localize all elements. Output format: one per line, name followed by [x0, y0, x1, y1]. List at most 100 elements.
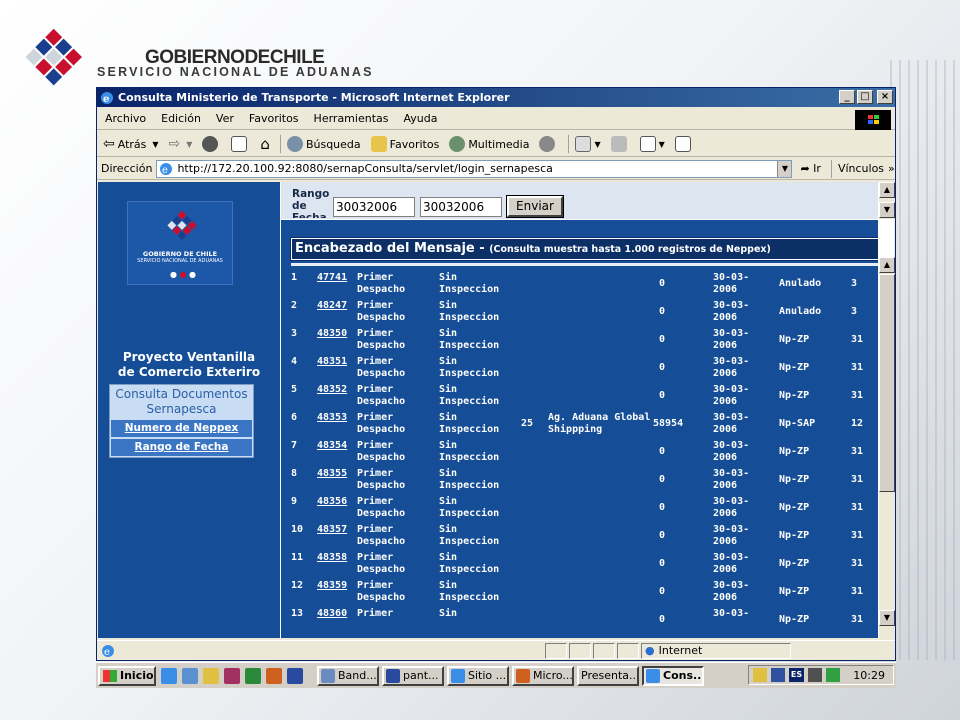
status-cell: [593, 642, 615, 659]
neppex-link[interactable]: 48360: [317, 608, 347, 620]
scroll-thumb[interactable]: [879, 274, 895, 492]
address-input[interactable]: e http://172.20.100.92:8080/sernapConsul…: [156, 159, 793, 178]
notepad-icon: [674, 136, 691, 152]
zone-status: ● Internet: [641, 642, 791, 659]
chevron-right-icon[interactable]: »: [888, 162, 895, 175]
history-button[interactable]: [539, 136, 558, 152]
language-indicator[interactable]: ES: [789, 668, 804, 682]
task-pant[interactable]: pant...: [382, 665, 444, 686]
scroll-down-icon[interactable]: ▼: [879, 202, 895, 218]
ie-quicklaunch-icon[interactable]: [161, 667, 177, 684]
neppex-link[interactable]: 48352: [317, 384, 347, 396]
menu-edicion[interactable]: Edición: [161, 112, 201, 125]
go-button[interactable]: ➦ Ir: [800, 162, 821, 175]
numero-cell: 58954: [653, 418, 684, 429]
fecha-cell: 30-03-: [713, 608, 750, 619]
date-from-input[interactable]: 30032006: [333, 197, 415, 217]
favorites-button[interactable]: Favoritos: [370, 136, 439, 152]
network-tray-icon[interactable]: [771, 668, 785, 682]
pencil-tray-icon[interactable]: [753, 668, 767, 682]
search-button[interactable]: Búsqueda: [286, 136, 361, 152]
printer-tray-icon[interactable]: [808, 668, 822, 682]
window-titlebar[interactable]: e Consulta Ministerio de Transporte - Mi…: [97, 88, 895, 107]
scroll-up-icon[interactable]: ▲: [879, 182, 895, 198]
menu-archivo[interactable]: Archivo: [105, 112, 146, 125]
date-to-input[interactable]: 30032006: [420, 197, 502, 217]
excel-quicklaunch-icon[interactable]: [245, 667, 261, 684]
task-cons[interactable]: Cons...: [642, 665, 704, 686]
links-button[interactable]: Vínculos: [838, 162, 884, 175]
access-quicklaunch-icon[interactable]: [224, 667, 240, 684]
word-edit-icon: [639, 136, 656, 152]
estado-cell: Np-ZP: [779, 446, 810, 457]
neppex-link[interactable]: 47741: [317, 272, 347, 284]
address-bar: Dirección e http://172.20.100.92:8080/se…: [97, 158, 895, 180]
print-button[interactable]: [610, 136, 630, 152]
history-icon: [539, 136, 556, 152]
fecha-cell: 30-03- 2006: [713, 580, 750, 603]
rango-fecha-link[interactable]: Rango de Fecha: [111, 439, 252, 456]
notes-quicklaunch-icon[interactable]: [203, 667, 219, 684]
neppex-link[interactable]: 48356: [317, 496, 347, 508]
top-frame-scrollbar[interactable]: ▲ ▼: [879, 182, 895, 219]
logo-text-gobierno: GOBIERNO DE CHILE: [142, 250, 218, 258]
edit-button[interactable]: ▼: [639, 136, 665, 152]
stop-icon: [202, 136, 219, 152]
outlook-quicklaunch-icon[interactable]: [182, 667, 198, 684]
maximize-button[interactable]: □: [857, 90, 873, 104]
task-micro[interactable]: Micro...: [512, 665, 574, 686]
table-row: 11 48358 Primer Despacho Sin Inspeccion 0 30-03…: [291, 552, 877, 580]
fecha-cell: 30-03- 2006: [713, 552, 750, 575]
discuss-button[interactable]: [674, 136, 694, 152]
neppex-link[interactable]: 48355: [317, 468, 347, 480]
word-quicklaunch-icon[interactable]: [287, 667, 303, 684]
neppex-link[interactable]: 48359: [317, 580, 347, 592]
home-button[interactable]: ⌂: [260, 135, 270, 153]
stop-button[interactable]: [202, 136, 221, 152]
menu-ayuda[interactable]: Ayuda: [403, 112, 437, 125]
multimedia-button[interactable]: Multimedia: [449, 136, 529, 152]
estado-cell: Np-ZP: [779, 530, 810, 541]
inspeccion-cell: Sin Inspeccion: [439, 272, 500, 295]
numero-neppex-link[interactable]: Numero de Neppex: [111, 420, 252, 437]
minimize-button[interactable]: _: [839, 90, 855, 104]
display-tray-icon[interactable]: [826, 668, 840, 682]
results-scrollbar[interactable]: ▲ ▼: [879, 257, 895, 638]
scroll-up-icon[interactable]: ▲: [879, 257, 895, 273]
neppex-link[interactable]: 48350: [317, 328, 347, 340]
task-sitio[interactable]: Sitio ...: [447, 665, 509, 686]
svg-text:e: e: [162, 165, 168, 176]
tipo-cell: Primer: [357, 608, 394, 619]
address-dropdown-icon[interactable]: ▼: [777, 160, 792, 177]
neppex-link[interactable]: 48358: [317, 552, 347, 564]
codigo-estado-cell: 12: [851, 418, 864, 429]
cantidad-cell: 0: [659, 474, 666, 485]
forward-button[interactable]: ⇨ ▼: [169, 136, 193, 152]
neppex-link[interactable]: 48353: [317, 412, 347, 424]
neppex-link[interactable]: 48351: [317, 356, 347, 368]
tipo-cell: Primer Despacho: [357, 300, 406, 323]
row-number: 11: [291, 552, 304, 563]
table-row: 4 48351 Primer Despacho Sin Inspeccion 0 30-03-…: [291, 356, 877, 384]
neppex-link[interactable]: 48357: [317, 524, 347, 536]
back-button[interactable]: ⇦ Atrás ▼: [103, 136, 159, 152]
mail-button[interactable]: ▼: [575, 136, 601, 152]
menu-ver[interactable]: Ver: [216, 112, 234, 125]
task-presenta[interactable]: Presenta...: [577, 665, 639, 686]
refresh-button[interactable]: [231, 136, 250, 152]
tipo-cell: Primer Despacho: [357, 272, 406, 295]
neppex-link[interactable]: 48247: [317, 300, 347, 312]
close-button[interactable]: ×: [877, 90, 893, 104]
neppex-link[interactable]: 48354: [317, 440, 347, 452]
menu-favoritos[interactable]: Favoritos: [249, 112, 299, 125]
start-button[interactable]: Inicio: [98, 665, 156, 686]
inspeccion-cell: Sin Inspeccion: [439, 412, 500, 435]
scroll-down-icon[interactable]: ▼: [879, 610, 895, 626]
enviar-button[interactable]: Enviar: [506, 195, 564, 218]
powerpoint-quicklaunch-icon[interactable]: [266, 667, 282, 684]
menu-herramientas[interactable]: Herramientas: [314, 112, 389, 125]
agente-cell: Ag. Aduana Global Shippping: [548, 412, 651, 435]
consulta-title: Consulta Documentos Sernapesca: [115, 387, 248, 416]
task-band[interactable]: Band...: [317, 665, 379, 686]
fecha-cell: 30-03- 2006: [713, 440, 750, 463]
